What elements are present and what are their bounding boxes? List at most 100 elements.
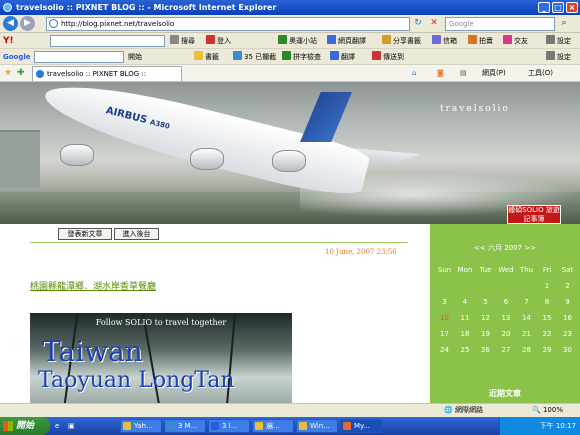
- page-content: AIRBUS A380 travelsolio 鍾碩SOLIO 旅遊記事簿 發表…: [0, 82, 580, 403]
- calendar-day: 7: [524, 298, 529, 306]
- taskbar-item-active[interactable]: My...: [340, 419, 382, 433]
- blog-stamp-logo: 鍾碩SOLIO 旅遊記事簿: [507, 205, 561, 224]
- calendar-day: [518, 282, 535, 296]
- calendar-week: 12: [436, 282, 576, 296]
- weekday: Wed: [498, 266, 514, 274]
- clock[interactable]: 下午 10:17: [540, 422, 576, 430]
- search-input[interactable]: Google: [445, 17, 555, 31]
- calendar-week: 17 18 19 20 21 22 23: [436, 330, 576, 344]
- calendar-day: 3: [442, 298, 447, 306]
- calendar-day: [477, 282, 494, 296]
- calendar-header[interactable]: << 六月 2007 >>: [430, 243, 580, 253]
- calendar-weekdays: Sun Mon Tue Wed Thu Fri Sat: [436, 266, 576, 280]
- google-settings-button[interactable]: 設定: [546, 51, 571, 63]
- tab-travelsolio[interactable]: travelsolio :: PIXNET BLOG ::: [32, 66, 182, 81]
- home-icon[interactable]: ⌂: [412, 67, 416, 79]
- yahoo-olympics-button[interactable]: 奧運小站: [278, 35, 317, 47]
- post-date: 10 June, 2007 23:56: [325, 248, 397, 256]
- yahoo-translate-button[interactable]: 網頁翻譯: [327, 35, 366, 47]
- taskbar-item[interactable]: 3 I...: [208, 419, 250, 433]
- windows-logo-icon: [3, 421, 13, 431]
- yahoo-dating-button[interactable]: 交友: [503, 35, 528, 47]
- calendar-day: 6: [503, 298, 509, 306]
- yahoo-search-input[interactable]: [50, 35, 165, 47]
- main-column: 發表新文章 進入後台 10 June, 2007 23:56 桃園縣龍潭鄉．湖水…: [0, 224, 430, 403]
- image-caption: Follow SOLIO to travel together: [95, 318, 227, 327]
- start-button[interactable]: 開始: [0, 417, 50, 435]
- new-post-button[interactable]: 發表新文章: [58, 228, 112, 240]
- calendar-day: [436, 282, 453, 296]
- calendar-day: 27: [501, 346, 511, 354]
- system-tray: 下午 10:17: [499, 417, 580, 435]
- calendar-day: 23: [563, 330, 572, 338]
- page-menu[interactable]: 網頁(P): [482, 67, 506, 79]
- window-titlebar: travelsolio :: PIXNET BLOG :: - Microsof…: [0, 0, 580, 15]
- google-translate-button[interactable]: 翻譯: [330, 51, 355, 63]
- favorites-star-icon[interactable]: ★: [4, 67, 12, 79]
- calendar-day: 22: [542, 330, 552, 338]
- recent-posts-title: 近期文章: [489, 389, 521, 398]
- google-logo: Google: [3, 53, 31, 61]
- tab-favicon: [36, 70, 44, 78]
- page-icon: [49, 19, 58, 28]
- google-search-input[interactable]: [34, 51, 124, 63]
- yahoo-logo: Y!: [3, 36, 14, 46]
- tab-bar: ★ ✚ travelsolio :: PIXNET BLOG :: ⌂ ◙ ▤ …: [0, 65, 580, 82]
- taskbar: 開始 e ▣ Yah... 3 M... 3 I... 遍... Win... …: [0, 417, 580, 435]
- window-title: travelsolio :: PIXNET BLOG :: - Microsof…: [16, 3, 277, 12]
- tools-menu[interactable]: 工具(O): [528, 67, 553, 79]
- forward-button[interactable]: ▶: [20, 16, 35, 31]
- weekday: Tue: [479, 266, 492, 274]
- add-favorites-icon[interactable]: ✚: [17, 67, 25, 79]
- address-bar[interactable]: http://blog.pixnet.net/travelsolio: [46, 17, 410, 31]
- engine-1: [60, 144, 94, 166]
- google-go-button[interactable]: 開始: [128, 51, 142, 63]
- stop-icon[interactable]: ✕: [428, 17, 440, 30]
- sidebar: << 六月 2007 >> Sun Mon Tue Wed Thu Fri Sat 12 3…: [430, 224, 580, 403]
- taskbar-item[interactable]: Yah...: [120, 419, 162, 433]
- calendar-day: 13: [501, 314, 511, 322]
- calendar-week: 24 25 26 27 28 29 30: [436, 346, 576, 360]
- weekday: Thu: [519, 266, 534, 274]
- admin-button[interactable]: 進入後台: [114, 228, 159, 240]
- feeds-icon[interactable]: ◙: [437, 67, 444, 79]
- calendar-day: 16: [563, 314, 572, 322]
- post-title-link[interactable]: 桃園縣龍潭鄉．湖水岸香草餐廳: [30, 279, 156, 292]
- quicklaunch-ie-icon[interactable]: e: [55, 420, 59, 432]
- close-button[interactable]: ×: [566, 2, 578, 13]
- refresh-icon[interactable]: ↻: [412, 17, 424, 30]
- taskbar-item[interactable]: 3 M...: [164, 419, 206, 433]
- calendar-day: 5: [483, 298, 488, 306]
- engine-3: [272, 150, 306, 172]
- maximize-button[interactable]: □: [552, 2, 564, 13]
- yahoo-bookmark-button[interactable]: 分享書籤: [382, 35, 421, 47]
- print-icon[interactable]: ▤: [460, 67, 467, 79]
- back-button[interactable]: ◀: [3, 16, 18, 31]
- taskbar-item[interactable]: Win...: [296, 419, 338, 433]
- post-divider: [30, 242, 408, 243]
- yahoo-settings-button[interactable]: 設定: [546, 35, 571, 47]
- minimize-button[interactable]: _: [538, 2, 550, 13]
- calendar-day: [498, 282, 515, 296]
- quicklaunch-desktop-icon[interactable]: ▣: [68, 420, 75, 432]
- google-bookmarks-button[interactable]: 書籤: [194, 51, 219, 63]
- terminal-building: [0, 130, 40, 188]
- calendar-day: 18: [460, 330, 470, 338]
- search-icon[interactable]: ⌕: [558, 17, 570, 30]
- yahoo-login-button[interactable]: 登入: [206, 35, 231, 47]
- weekday: Sun: [437, 266, 452, 274]
- weekday: Fri: [542, 266, 552, 274]
- google-popup-blocker[interactable]: 35 已攔截: [233, 51, 276, 63]
- calendar-day-linked[interactable]: 10: [436, 314, 453, 328]
- taskbar-item[interactable]: 遍...: [252, 419, 294, 433]
- calendar-day: 12: [481, 314, 490, 322]
- yahoo-search-button[interactable]: 搜尋: [170, 35, 195, 47]
- calendar-day: 8: [544, 298, 550, 306]
- google-sendto-button[interactable]: 傳送到: [372, 51, 404, 63]
- zoom-level[interactable]: 🔍 100%: [532, 404, 563, 417]
- yahoo-auction-button[interactable]: 拍賣: [468, 35, 493, 47]
- calendar-day: 25: [460, 346, 470, 354]
- google-spellcheck-button[interactable]: 拼字檢查: [282, 51, 321, 63]
- calendar-day: 29: [542, 346, 552, 354]
- yahoo-mail-button[interactable]: 信箱: [432, 35, 457, 47]
